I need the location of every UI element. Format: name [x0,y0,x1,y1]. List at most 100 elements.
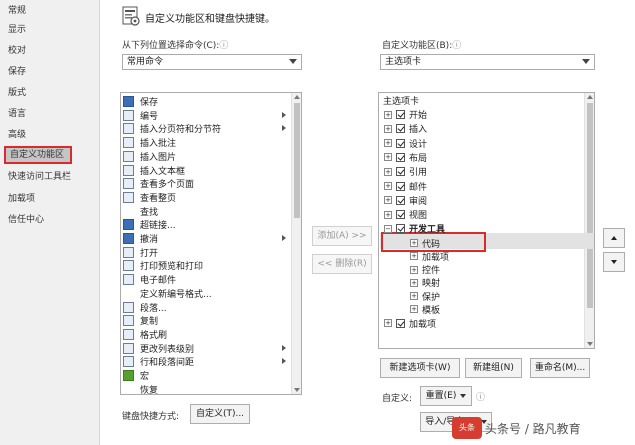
expand-toggle-icon[interactable]: + [410,292,418,300]
command-label: 格式刷 [140,330,168,341]
expand-toggle-icon[interactable]: + [410,305,418,314]
command-item[interactable]: 查看多个页面 [123,177,293,190]
customize-keyboard-button[interactable]: 自定义(T)... [190,404,250,424]
scroll-up-icon[interactable] [587,95,593,99]
nav-item-proofing[interactable]: 校对 [0,42,98,60]
command-item[interactable]: 编号 [123,109,293,122]
tree-tab-item[interactable]: + 加载项 [384,317,436,330]
command-item[interactable]: 行和段落间距 [123,355,293,368]
command-item[interactable]: 查看整页 [123,191,293,204]
tab-checkbox[interactable] [396,152,405,162]
reset-button[interactable]: 重置(E) [420,386,472,406]
nav-item-general[interactable]: 常规 [0,2,98,20]
command-item[interactable]: 格式刷 [123,328,293,341]
add-button[interactable]: 添加(A) >> [312,226,372,246]
tree-tab-item[interactable]: − 开发工具 [384,222,445,235]
scroll-down-icon[interactable] [294,388,300,392]
tab-checkbox[interactable] [396,224,405,234]
command-item[interactable]: 电子邮件 [123,273,293,286]
expand-toggle-icon[interactable]: + [384,110,392,119]
tree-group-item[interactable]: + 代码 [410,237,440,250]
tree-group-item[interactable]: + 保护 [410,290,440,303]
command-item[interactable]: 查找 [123,205,293,218]
expand-toggle-icon[interactable]: + [384,319,392,328]
tab-label: 插入 [409,125,428,136]
expand-toggle-icon[interactable]: + [410,239,418,248]
tab-checkbox[interactable] [396,167,405,177]
tree-tab-item[interactable]: + 审阅 [384,194,427,207]
command-item[interactable]: 插入图片 [123,150,293,163]
move-up-button[interactable] [603,228,625,248]
tab-checkbox[interactable] [396,210,405,220]
nav-item-advanced[interactable]: 高级 [0,126,98,144]
command-item[interactable]: 打印预览和打印 [123,259,293,272]
expand-toggle-icon[interactable]: + [384,124,392,133]
command-item[interactable]: 打开 [123,246,293,259]
tree-group-item[interactable]: + 加载项 [410,250,449,263]
expand-toggle-icon[interactable]: + [384,167,392,176]
command-label: 插入图片 [140,152,177,163]
tree-tab-item[interactable]: + 开始 [384,108,427,121]
combo-value: 常用命令 [127,57,164,67]
remove-button[interactable]: << 删除(R) [312,254,372,274]
command-item[interactable]: 复制 [123,314,293,327]
choose-commands-combo[interactable]: 常用命令 [122,54,302,70]
tree-tab-item[interactable]: + 邮件 [384,180,427,193]
command-item[interactable]: 插入批注 [123,136,293,149]
tree-tab-item[interactable]: + 视图 [384,208,427,221]
command-item[interactable]: 恢复 [123,383,293,394]
nav-item-layout[interactable]: 版式 [0,84,98,102]
expand-toggle-icon[interactable]: + [410,252,418,261]
tree-tab-item[interactable]: + 布局 [384,151,427,164]
rename-button[interactable]: 重命名(M)... [530,358,590,378]
command-item[interactable]: 超链接... [123,218,293,231]
new-group-button[interactable]: 新建组(N) [465,358,522,378]
tree-tab-item[interactable]: + 引用 [384,165,427,178]
scroll-down-icon[interactable] [587,342,593,346]
expand-toggle-icon[interactable]: + [384,139,392,148]
tab-checkbox[interactable] [396,318,405,328]
nav-item-customize-ribbon[interactable]: 自定义功能区 [4,146,72,164]
tree-group-item[interactable]: + 映射 [410,276,440,289]
nav-item-trust-center[interactable]: 信任中心 [0,211,98,229]
command-item[interactable]: 更改列表级别 [123,342,293,355]
tab-checkbox[interactable] [396,181,405,191]
ribbon-tabs-combo[interactable]: 主选项卡 [380,54,595,70]
expand-toggle-icon[interactable]: + [384,210,392,219]
expand-toggle-icon[interactable]: + [384,153,392,162]
scroll-up-icon[interactable] [294,95,300,99]
tree-tab-item[interactable]: + 设计 [384,137,427,150]
nav-item-language[interactable]: 语言 [0,105,98,123]
expand-toggle-icon[interactable]: + [410,278,418,287]
command-item[interactable]: 撤消 [123,232,293,245]
expand-toggle-icon[interactable]: + [410,265,418,274]
new-tab-button[interactable]: 新建选项卡(W) [380,358,460,378]
expand-toggle-icon[interactable]: + [384,182,392,190]
tab-checkbox[interactable] [396,110,405,119]
nav-item-quick-access-toolbar[interactable]: 快速访问工具栏 [0,168,98,186]
watermark-text: 头条号 / 路凡教育 [485,422,581,436]
command-item[interactable]: 插入分页符和分节符 [123,122,293,135]
commands-list[interactable]: 保存 编号 插入分页符和分节符 插入批注插入图片 插入文本框 查看多个页面 查看整页 查找 超链… [120,92,302,395]
command-item[interactable]: 段落... [123,301,293,314]
tab-checkbox[interactable] [396,195,405,205]
tree-group-item[interactable]: + 模板 [410,303,440,316]
nav-item-display[interactable]: 显示 [0,21,98,39]
reset-label: 重置(E) [425,391,457,401]
ribbon-tree-scrollbar[interactable] [584,93,594,348]
nav-item-save[interactable]: 保存 [0,63,98,81]
command-item[interactable]: 定义新编号格式... [123,287,293,300]
scroll-thumb[interactable] [294,103,300,218]
tree-tab-item[interactable]: + 插入 [384,122,427,135]
tree-group-item[interactable]: + 控件 [410,263,440,276]
tab-checkbox[interactable] [396,124,405,134]
nav-item-add-ins[interactable]: 加载项 [0,190,98,208]
command-item[interactable]: 保存 [123,95,293,108]
expand-toggle-icon[interactable]: − [384,224,392,233]
move-down-button[interactable] [603,252,625,272]
scroll-thumb[interactable] [587,103,593,308]
command-item[interactable]: 宏 [123,369,293,382]
expand-toggle-icon[interactable]: + [384,196,392,205]
command-item[interactable]: 插入文本框 [123,164,293,177]
tab-checkbox[interactable] [396,138,405,148]
